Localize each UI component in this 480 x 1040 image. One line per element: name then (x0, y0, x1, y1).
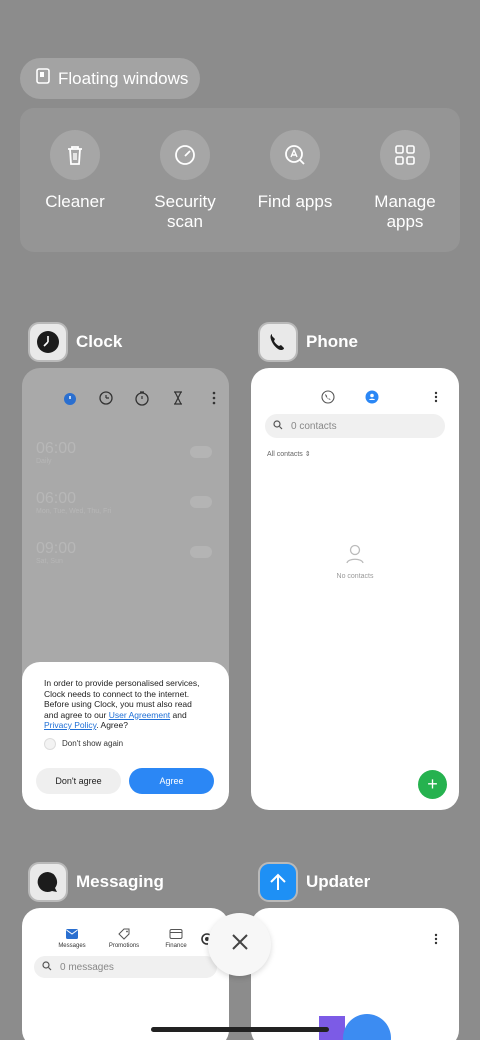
clock-app-icon (30, 324, 66, 360)
tab-label: Messages (58, 943, 86, 949)
close-all-button[interactable] (208, 913, 271, 976)
sort-arrows-icon: ⇕ (304, 451, 311, 458)
find-apps-label: Find apps (257, 192, 333, 211)
phone-app-header[interactable]: Phone (260, 324, 358, 360)
alarm-row: 09:00 Sat, Sun (36, 540, 216, 570)
phone-app-icon (260, 324, 296, 360)
security-scan-label: Security scan (154, 192, 216, 231)
messages-search-input[interactable]: 0 messages (34, 956, 217, 978)
messaging-app-header[interactable]: Messaging (30, 864, 164, 900)
search-placeholder: 0 messages (60, 961, 114, 973)
alarm-row: 06:00 Mon, Tue, Wed, Thu, Fri (36, 490, 216, 520)
speedometer-icon (160, 130, 210, 180)
floating-window-icon (36, 68, 50, 89)
find-apps-icon (270, 130, 320, 180)
contacts-tab-icon (365, 390, 379, 409)
timer-icon (170, 390, 186, 406)
person-icon (251, 544, 459, 569)
alarm-toggle (190, 446, 212, 458)
close-icon (230, 932, 250, 957)
more-menu-icon (431, 932, 441, 951)
dialog-text: . Agree? (96, 720, 128, 730)
empty-state: No contacts (251, 544, 459, 580)
alarm-icon (62, 390, 78, 406)
updater-illustration-circle (343, 1014, 391, 1040)
alarm-toggle (190, 496, 212, 508)
clock-recent-card[interactable]: 06:00 Daily 06:00 Mon, Tue, Wed, Thu, Fr… (22, 368, 229, 810)
dont-show-again-checkbox[interactable]: Don't show again (44, 737, 207, 750)
find-apps-button[interactable]: Find apps (240, 130, 350, 212)
search-icon (273, 419, 283, 433)
messaging-app-icon (30, 864, 66, 900)
internet-consent-dialog: In order to provide personalised service… (22, 662, 229, 810)
alarm-time: 06:00 (36, 490, 77, 507)
clock-tabs (62, 390, 222, 406)
privacy-policy-link[interactable]: Privacy Policy (44, 720, 96, 730)
quick-actions-panel: Cleaner Security scan Find apps Manage a… (20, 108, 460, 252)
contacts-search-input[interactable]: 0 contacts (265, 414, 445, 438)
dont-agree-button[interactable]: Don't agree (36, 768, 121, 794)
updater-app-icon (260, 864, 296, 900)
updater-app-header[interactable]: Updater (260, 864, 370, 900)
clock-app-name: Clock (76, 332, 123, 351)
messaging-app-name: Messaging (76, 872, 164, 891)
tab-finance: Finance (156, 928, 196, 949)
dialog-message: In order to provide personalised service… (44, 678, 207, 731)
tab-messages: Messages (52, 928, 92, 949)
search-icon (42, 960, 52, 974)
alarm-repeat: Daily (36, 458, 52, 465)
stopwatch-icon (134, 390, 150, 406)
checkbox-circle (44, 737, 56, 750)
alarm-repeat: Sat, Sun (36, 558, 63, 565)
updater-recent-card[interactable] (251, 908, 459, 1040)
floating-windows-label: Floating windows (58, 68, 189, 88)
alarm-toggle (190, 546, 212, 558)
security-scan-button[interactable]: Security scan (130, 130, 240, 232)
plus-icon: + (427, 774, 438, 794)
manage-apps-label: Manage apps (374, 192, 436, 231)
trash-icon (50, 130, 100, 180)
more-menu-icon (431, 390, 441, 409)
alarm-row: 06:00 Daily (36, 440, 216, 470)
home-indicator[interactable] (151, 1027, 329, 1032)
cleaner-button[interactable]: Cleaner (20, 130, 130, 212)
tab-label: Finance (165, 943, 187, 949)
grid-icon (380, 130, 430, 180)
tab-promotions: Promotions (104, 928, 144, 949)
search-placeholder: 0 contacts (291, 420, 337, 432)
tag-icon (117, 928, 131, 940)
cleaner-label: Cleaner (45, 192, 105, 211)
messaging-recent-card[interactable]: Messages Promotions Finance 0 messages (22, 908, 229, 1040)
call-log-icon (321, 390, 335, 409)
alarm-time: 09:00 (36, 540, 77, 557)
phone-app-name: Phone (306, 332, 358, 351)
clock-app-header[interactable]: Clock (30, 324, 122, 360)
envelope-icon (65, 928, 79, 940)
wallet-icon (169, 928, 183, 940)
user-agreement-link[interactable]: User Agreement (109, 710, 170, 720)
phone-recent-card[interactable]: 0 contacts All contacts ⇕ No contacts + (251, 368, 459, 810)
alarm-repeat: Mon, Tue, Wed, Thu, Fri (36, 508, 112, 515)
dialog-text: and (170, 709, 187, 720)
more-menu-icon (206, 390, 222, 406)
add-contact-button[interactable]: + (418, 770, 447, 799)
world-clock-icon (98, 390, 114, 406)
filter-label: All contacts (267, 451, 303, 458)
updater-app-name: Updater (306, 872, 371, 891)
no-contacts-label: No contacts (336, 573, 374, 580)
dont-show-again-label: Don't show again (62, 739, 124, 748)
contacts-filter-dropdown[interactable]: All contacts ⇕ (267, 450, 311, 458)
manage-apps-button[interactable]: Manage apps (350, 130, 460, 232)
tab-label: Promotions (108, 943, 140, 949)
floating-windows-button[interactable]: Floating windows (20, 58, 200, 99)
agree-button[interactable]: Agree (129, 768, 214, 794)
alarm-time: 06:00 (36, 440, 77, 457)
